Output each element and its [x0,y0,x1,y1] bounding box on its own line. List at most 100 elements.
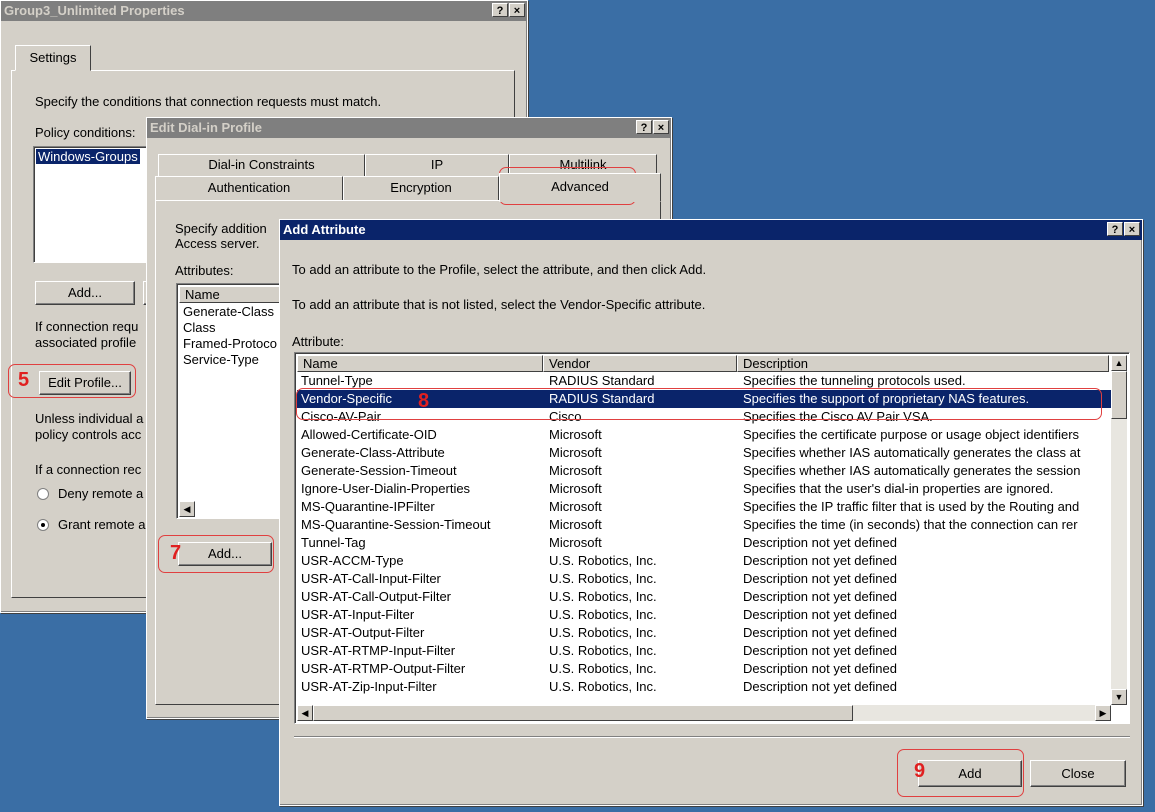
scroll-up-arrow[interactable]: ▲ [1111,355,1127,371]
attribute-description-cell: Description not yet defined [743,553,897,568]
tab-encryption[interactable]: Encryption [343,176,499,200]
deny-label: Deny remote a [58,486,144,501]
horizontal-scrollbar[interactable]: ◀ ▶ [297,705,1111,721]
table-row[interactable]: Allowed-Certificate-OID Microsoft Specifie… [297,426,1111,444]
add-condition-button[interactable]: Add... [35,281,135,305]
attribute-description-cell: Specifies that the user's dial-in proper… [743,481,1054,496]
attribute-vendor-cell: Microsoft [549,499,602,514]
callout-8-number: 8 [418,390,430,412]
attribute-vendor-cell: U.S. Robotics, Inc. [549,571,657,586]
attribute-description-cell: Description not yet defined [743,571,897,586]
table-row[interactable]: USR-AT-Call-Output-Filter U.S. Robotics, … [297,588,1111,606]
profile-attributes-list[interactable]: Name Generate-Class Class Framed-Protoco… [176,283,286,519]
attribute-vendor-cell: U.S. Robotics, Inc. [549,589,657,604]
tab-authentication[interactable]: Authentication [155,176,343,200]
table-row[interactable]: USR-AT-Output-Filter U.S. Robotics, Inc. D… [297,624,1111,642]
attribute-vendor-cell: U.S. Robotics, Inc. [549,607,657,622]
attribute-name-cell: USR-AT-Zip-Input-Filter [301,679,437,694]
scroll-thumb[interactable] [1111,371,1127,419]
attribute-name-cell: MS-Quarantine-Session-Timeout [301,517,491,532]
attribute-name-cell: USR-ACCM-Type [301,553,404,568]
attribute-vendor-cell: Microsoft [549,481,602,496]
condition-item[interactable]: Windows-Groups [36,149,140,164]
column-header-description[interactable]: Description [737,355,1109,372]
attribute-name-cell: Generate-Session-Timeout [301,463,457,478]
close-button[interactable]: × [1124,222,1140,236]
table-row[interactable]: MS-Quarantine-IPFilter Microsoft Specifies… [297,498,1111,516]
attribute-description-cell: Description not yet defined [743,589,897,604]
attribute-description-cell: Description not yet defined [743,625,897,640]
help-button[interactable]: ? [492,3,508,17]
profile-attribute-item[interactable]: Service-Type [183,352,259,367]
advanced-desc-2: Access server. [175,236,260,251]
hscroll-thumb[interactable] [313,705,853,721]
scroll-down-arrow[interactable]: ▼ [1111,689,1127,705]
conditions-list[interactable]: Windows-Groups [33,146,163,263]
attribute-description-cell: Specifies the certificate purpose or usa… [743,427,1080,442]
table-row[interactable]: USR-ACCM-Type U.S. Robotics, Inc. Descript… [297,552,1111,570]
attribute-vendor-cell: U.S. Robotics, Inc. [549,553,657,568]
table-row[interactable]: USR-AT-RTMP-Output-Filter U.S. Robotics, … [297,660,1111,678]
close-button[interactable]: × [653,120,669,134]
attribute-description-cell: Specifies whether IAS automatically gene… [743,463,1081,478]
group-window-titlebar[interactable]: Group3_Unlimited Properties ? × [1,1,527,21]
attribute-name-cell: Allowed-Certificate-OID [301,427,437,442]
table-row[interactable]: Generate-Session-Timeout Microsoft Specifi… [297,462,1111,480]
profile-attribute-item[interactable]: Class [183,320,216,335]
table-row[interactable]: USR-AT-Input-Filter U.S. Robotics, Inc. De… [297,606,1111,624]
profile-attribute-item[interactable]: Generate-Class [183,304,274,319]
column-header-vendor[interactable]: Vendor [543,355,737,372]
attribute-name-cell: Ignore-User-Dialin-Properties [301,481,471,496]
tab-advanced[interactable]: Advanced [499,173,661,202]
connection-text-1: If connection requ [35,319,139,334]
add-attribute-titlebar[interactable]: Add Attribute ? × [280,220,1142,240]
callout-5-number: 5 [18,369,30,391]
column-header-name[interactable]: Name [297,355,543,372]
attribute-vendor-cell: Microsoft [549,445,602,460]
attribute-vendor-cell: U.S. Robotics, Inc. [549,643,657,658]
help-button[interactable]: ? [1107,222,1123,236]
attribute-instruction-1: To add an attribute to the Profile, sele… [292,262,707,277]
attribute-vendor-cell: Microsoft [549,427,602,442]
table-row[interactable]: MS-Quarantine-Session-Timeout Microsoft Sp… [297,516,1111,534]
grant-radio[interactable] [37,519,49,531]
callout-8-box [296,388,1102,420]
table-row[interactable]: Tunnel-Tag Microsoft Description not yet d… [297,534,1111,552]
table-row[interactable]: Ignore-User-Dialin-Properties Microsoft Sp… [297,480,1111,498]
profile-window-title: Edit Dial-in Profile [150,120,262,135]
name-column-header[interactable]: Name [179,286,285,303]
tab-ip[interactable]: IP [365,154,509,176]
close-button[interactable]: × [509,3,525,17]
attribute-name-cell: USR-AT-Call-Output-Filter [301,589,452,604]
attribute-description-cell: Specifies the IP traffic filter that is … [743,499,1080,514]
group-window-title: Group3_Unlimited Properties [4,3,185,18]
close-dialog-button[interactable]: Close [1030,760,1126,787]
profile-window-titlebar[interactable]: Edit Dial-in Profile ? × [147,118,671,138]
tab-settings[interactable]: Settings [15,45,91,71]
conditions-instruction: Specify the conditions that connection r… [35,94,382,109]
table-row[interactable]: USR-AT-RTMP-Input-Filter U.S. Robotics, I… [297,642,1111,660]
deny-radio[interactable] [37,488,49,500]
attribute-name-cell: USR-AT-Call-Input-Filter [301,571,441,586]
attribute-name-cell: USR-AT-Output-Filter [301,625,425,640]
tab-dialin-constraints[interactable]: Dial-in Constraints [158,154,365,176]
table-row[interactable]: USR-AT-Zip-Input-Filter U.S. Robotics, In… [297,678,1111,696]
attribute-vendor-cell: U.S. Robotics, Inc. [549,661,657,676]
attribute-vendor-cell: U.S. Robotics, Inc. [549,679,657,694]
grant-label: Grant remote a [58,517,146,532]
callout-9-number: 9 [914,760,926,782]
scroll-right-arrow[interactable]: ▶ [1095,705,1111,721]
attribute-name-cell: Tunnel-Tag [301,535,366,550]
table-row[interactable]: Generate-Class-Attribute Microsoft Specifi… [297,444,1111,462]
attribute-label: Attribute: [292,334,345,349]
advanced-desc-1: Specify addition [175,221,267,236]
profile-attribute-item[interactable]: Framed-Protoco [183,336,277,351]
scroll-left-arrow[interactable]: ◀ [297,705,313,721]
attribute-description-cell: Specifies whether IAS automatically gene… [743,445,1081,460]
scroll-left-arrow[interactable]: ◀ [179,501,195,517]
attribute-vendor-cell: Microsoft [549,535,602,550]
attribute-description-cell: Description not yet defined [743,607,897,622]
help-button[interactable]: ? [636,120,652,134]
vertical-scrollbar[interactable]: ▲ ▼ [1111,355,1127,705]
table-row[interactable]: USR-AT-Call-Input-Filter U.S. Robotics, I… [297,570,1111,588]
